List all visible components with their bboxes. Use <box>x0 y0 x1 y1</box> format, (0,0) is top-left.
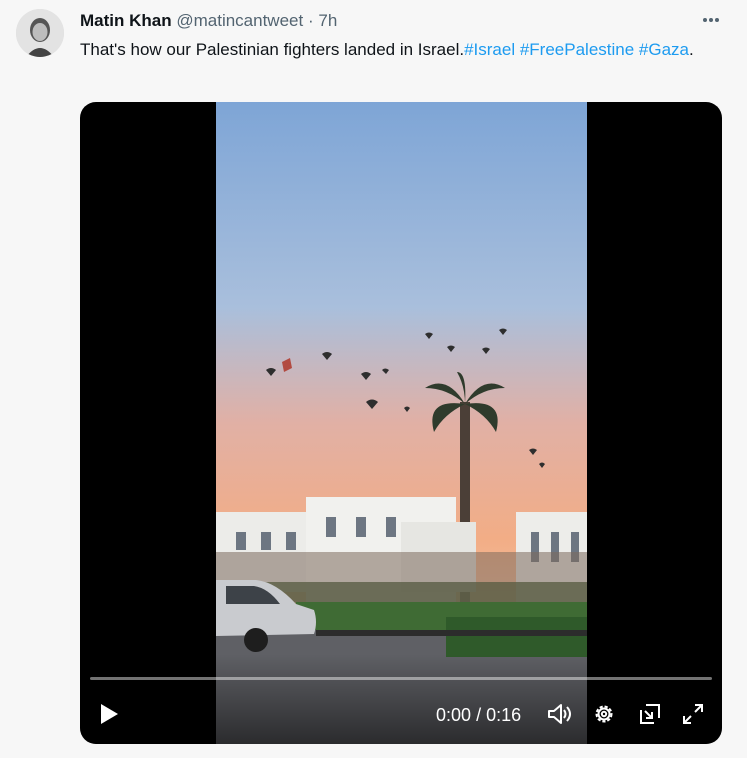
separator-dot: · <box>307 11 314 30</box>
avatar[interactable] <box>16 9 64 57</box>
time-display: 0:00 / 0:16 <box>436 703 521 727</box>
video-player[interactable]: 0:00 / 0:16 <box>80 102 722 744</box>
tweet-header: Matin Khan @matincantweet · 7h <box>80 10 337 32</box>
tweet-time[interactable]: 7h <box>318 11 337 30</box>
progress-bar[interactable] <box>90 677 712 680</box>
fullscreen-icon <box>683 704 703 724</box>
duration: 0:16 <box>486 705 522 725</box>
volume-icon <box>548 704 571 724</box>
play-icon <box>101 704 118 724</box>
current-time: 0:00 <box>436 705 472 725</box>
author-handle[interactable]: @matincantweet <box>176 11 303 30</box>
tweet-text-end: . <box>689 40 694 59</box>
controls-overlay <box>80 654 722 744</box>
tweet-text: That's how our Palestinian fighters land… <box>80 37 720 62</box>
time-separator: / <box>476 705 482 725</box>
more-options-button[interactable] <box>699 8 723 32</box>
pip-button[interactable] <box>637 700 663 728</box>
video-thumbnail <box>216 102 587 744</box>
avatar-portrait-image <box>16 9 64 57</box>
volume-button[interactable] <box>546 700 574 728</box>
more-icon <box>703 18 719 22</box>
video-frame[interactable] <box>216 102 587 744</box>
hashtag-freepalestine[interactable]: #FreePalestine <box>520 40 634 59</box>
pip-icon <box>640 704 660 724</box>
tweet-text-body: That's how our Palestinian fighters land… <box>80 40 465 59</box>
play-button[interactable] <box>96 700 122 728</box>
fullscreen-button[interactable] <box>680 700 706 728</box>
author-name[interactable]: Matin Khan <box>80 11 172 30</box>
hashtag-israel[interactable]: #Israel <box>464 40 515 59</box>
settings-button[interactable] <box>591 700 617 728</box>
settings-icon <box>595 705 613 723</box>
hashtag-gaza[interactable]: #Gaza <box>639 40 689 59</box>
